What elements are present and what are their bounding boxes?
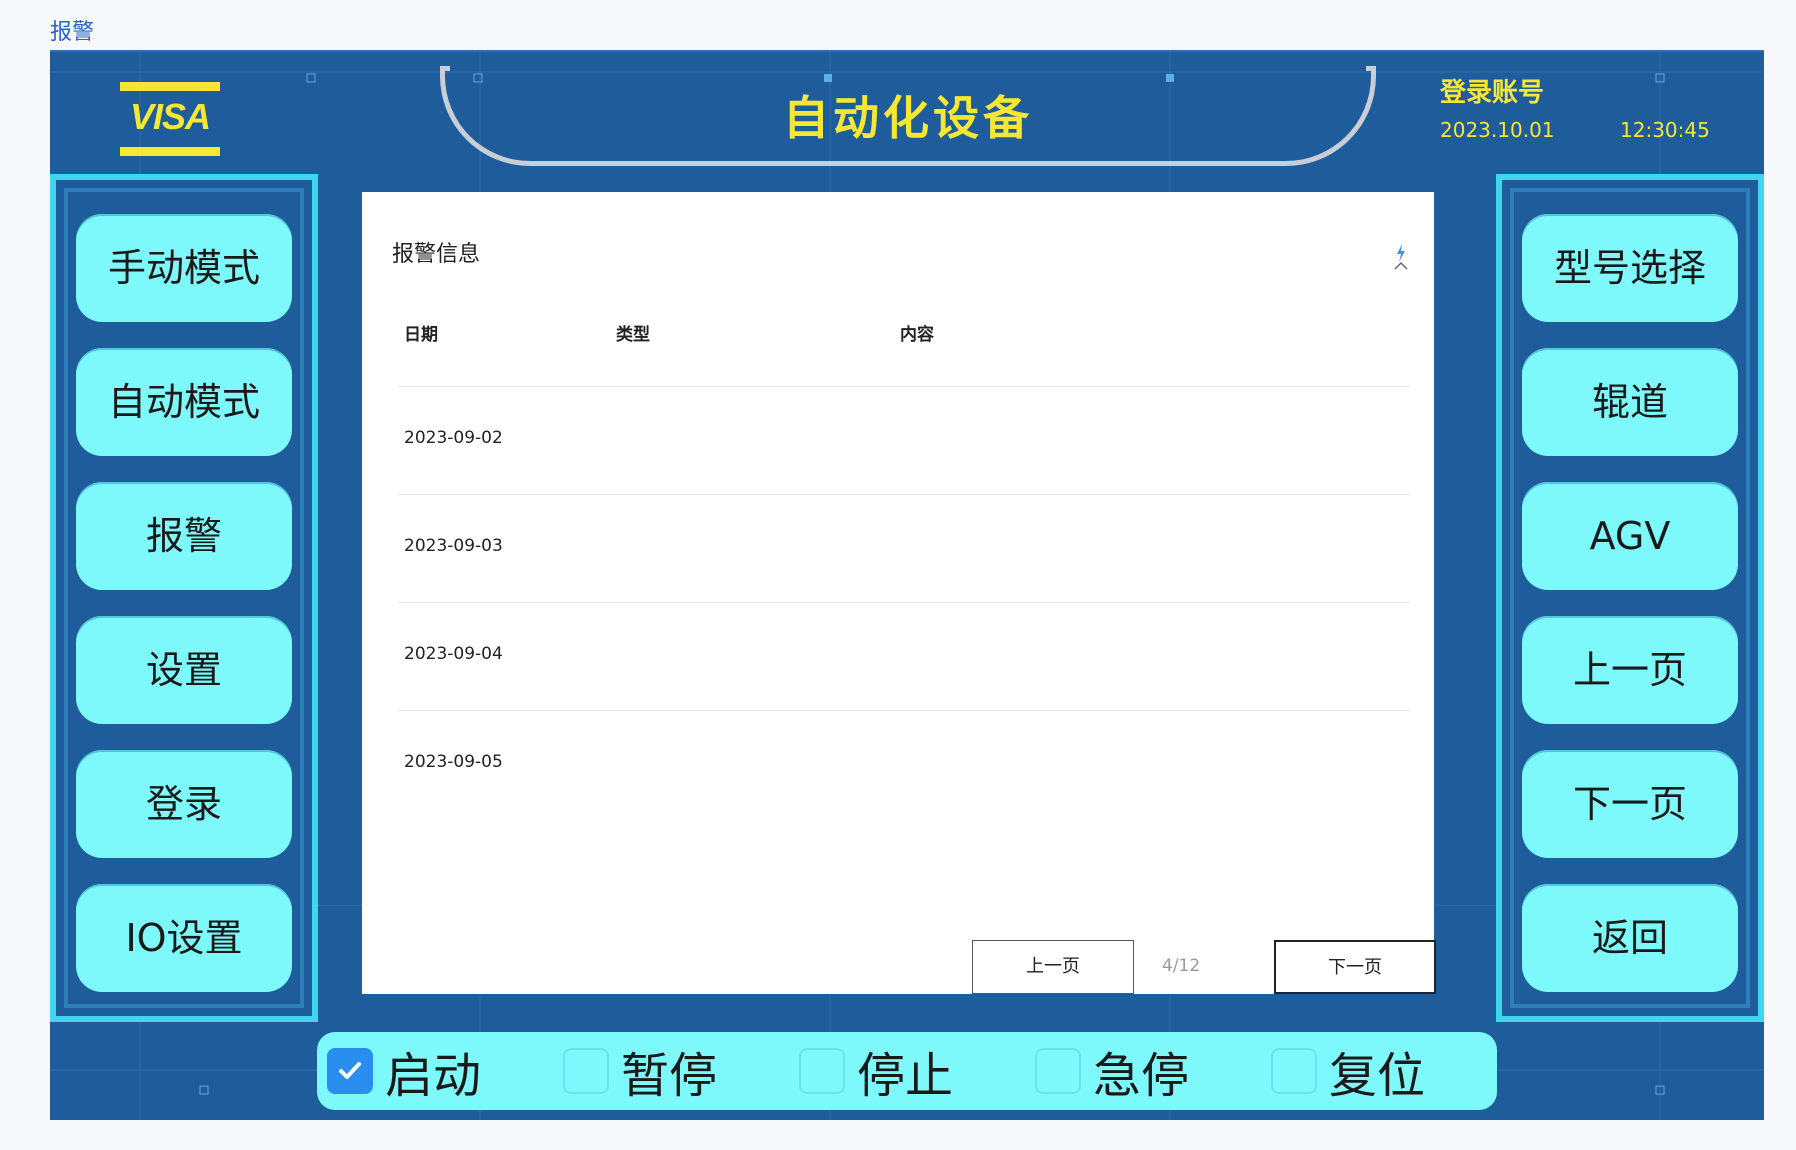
io-settings-button[interactable]: IO设置: [76, 884, 292, 992]
reset-label: 复位: [1329, 1048, 1426, 1104]
start-checkbox[interactable]: 启动: [327, 1040, 481, 1104]
login-button[interactable]: 登录: [76, 750, 292, 858]
pause-checkbox[interactable]: 暂停: [563, 1040, 717, 1104]
stop-checkbox[interactable]: 停止: [799, 1040, 953, 1104]
table-divider: [398, 710, 1410, 711]
column-header-content: 内容: [900, 325, 934, 345]
table-divider: [398, 602, 1410, 603]
roller-conveyor-button[interactable]: 辊道: [1522, 348, 1738, 456]
checkbox-unchecked[interactable]: [1035, 1048, 1081, 1094]
emergency-stop-checkbox[interactable]: 急停: [1035, 1040, 1189, 1104]
dialog-title: 报警信息: [392, 242, 481, 267]
emergency-stop-label: 急停: [1093, 1048, 1190, 1104]
next-page-nav-button[interactable]: 下一页: [1522, 750, 1738, 858]
manual-mode-button[interactable]: 手动模式: [76, 214, 292, 322]
control-bar: 启动 暂停 停止 急停 复位: [317, 1032, 1497, 1110]
table-row-date: 2023-09-04: [404, 644, 503, 664]
logo-bar-top: [120, 82, 220, 91]
prev-page-nav-button[interactable]: 上一页: [1522, 616, 1738, 724]
logo-bar-bottom: [120, 147, 220, 156]
reset-checkbox[interactable]: 复位: [1271, 1040, 1425, 1104]
hmi-screen: VISA 自动化设备 登录账号 2023.10.01 12:30:45 手动模式…: [50, 50, 1764, 1120]
check-icon: [339, 1062, 361, 1079]
table-row-date: 2023-09-05: [404, 752, 503, 772]
page-title: 自动化设备: [783, 91, 1033, 145]
table-divider: [398, 494, 1410, 495]
auto-mode-button[interactable]: 自动模式: [76, 348, 292, 456]
left-nav-panel: 手动模式 自动模式 报警 设置 登录 IO设置: [50, 174, 318, 1022]
checkbox-unchecked[interactable]: [799, 1048, 845, 1094]
table-divider: [398, 386, 1410, 387]
right-nav-panel: 型号选择 辊道 AGV 上一页 下一页 返回: [1496, 174, 1764, 1022]
page-indicator: 4/12: [1162, 956, 1201, 976]
checkbox-checked[interactable]: [327, 1048, 373, 1094]
alarm-info-dialog: 报警信息 日期 类型 内容 2023-09-02 2023-09-03 2023…: [362, 192, 1436, 994]
checkbox-unchecked[interactable]: [563, 1048, 609, 1094]
collapse-icon[interactable]: [1392, 242, 1410, 270]
start-label: 启动: [385, 1048, 482, 1104]
column-header-date: 日期: [404, 325, 438, 345]
next-page-button[interactable]: 下一页: [1274, 940, 1436, 994]
table-row-date: 2023-09-02: [404, 428, 503, 448]
login-account-label[interactable]: 登录账号: [1440, 72, 1544, 109]
table-row-date: 2023-09-03: [404, 536, 503, 556]
model-select-button[interactable]: 型号选择: [1522, 214, 1738, 322]
logo-text: VISA: [129, 96, 211, 137]
back-button[interactable]: 返回: [1522, 884, 1738, 992]
time-display: 12:30:45: [1620, 118, 1710, 142]
checkbox-unchecked[interactable]: [1271, 1048, 1317, 1094]
prev-page-button[interactable]: 上一页: [972, 940, 1134, 994]
alarm-button[interactable]: 报警: [76, 482, 292, 590]
page-label: 报警: [50, 20, 95, 45]
settings-button[interactable]: 设置: [76, 616, 292, 724]
column-header-type: 类型: [616, 325, 650, 345]
date-display: 2023.10.01: [1440, 118, 1555, 142]
pause-label: 暂停: [621, 1048, 718, 1104]
visa-logo: VISA: [120, 82, 220, 156]
agv-button[interactable]: AGV: [1522, 482, 1738, 590]
stop-label: 停止: [857, 1048, 954, 1104]
